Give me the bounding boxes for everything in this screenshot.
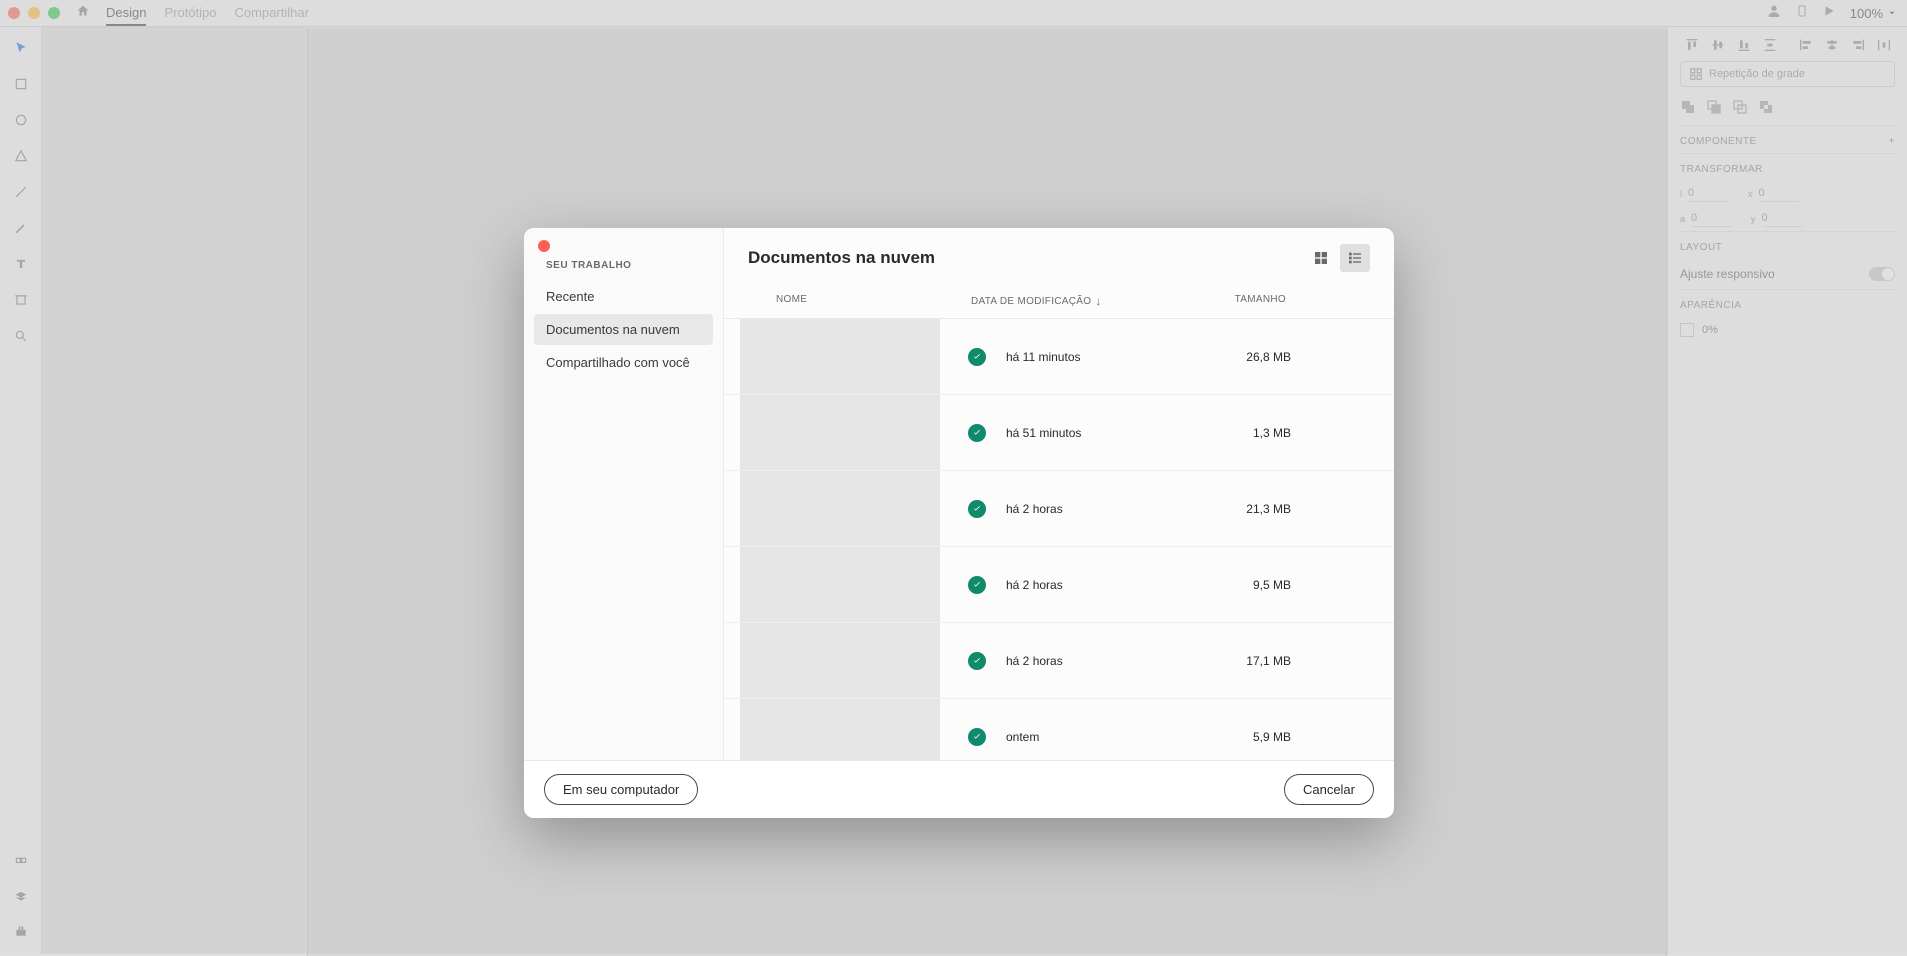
grid-view-button[interactable] — [1306, 244, 1336, 272]
column-date[interactable]: DATA DE MODIFICAÇÃO ↓ — [971, 294, 1166, 308]
sync-status-icon — [968, 652, 986, 670]
column-size[interactable]: TAMANHO — [1166, 294, 1286, 308]
file-thumbnail — [740, 547, 940, 622]
column-name[interactable]: NOME — [776, 294, 971, 308]
file-thumbnail — [740, 471, 940, 546]
file-size: 9,5 MB — [1181, 578, 1291, 592]
file-date: há 51 minutos — [1006, 426, 1181, 440]
dialog-title: Documentos na nuvem — [748, 248, 935, 268]
sidebar-item-shared[interactable]: Compartilhado com você — [534, 347, 713, 378]
sync-status-icon — [968, 500, 986, 518]
file-thumbnail — [740, 319, 940, 394]
sidebar-item-cloud[interactable]: Documentos na nuvem — [534, 314, 713, 345]
table-header: NOME DATA DE MODIFICAÇÃO ↓ TAMANHO — [724, 284, 1394, 319]
file-row[interactable]: ontem5,9 MB — [724, 699, 1394, 760]
file-date: há 2 horas — [1006, 578, 1181, 592]
file-thumbnail — [740, 623, 940, 698]
sync-status-icon — [968, 728, 986, 746]
dialog-header: Documentos na nuvem — [724, 228, 1394, 284]
file-thumbnail — [740, 699, 940, 760]
cancel-button[interactable]: Cancelar — [1284, 774, 1374, 805]
file-date: ontem — [1006, 730, 1181, 744]
file-size: 1,3 MB — [1181, 426, 1291, 440]
file-date: há 2 horas — [1006, 502, 1181, 516]
sync-status-icon — [968, 576, 986, 594]
sync-status-icon — [968, 348, 986, 366]
dialog-footer: Em seu computador Cancelar — [524, 760, 1394, 818]
file-row[interactable]: há 11 minutos26,8 MB — [724, 319, 1394, 395]
file-row[interactable]: há 2 horas17,1 MB — [724, 623, 1394, 699]
file-size: 21,3 MB — [1181, 502, 1291, 516]
file-list[interactable]: há 11 minutos26,8 MBhá 51 minutos1,3 MBh… — [724, 319, 1394, 760]
list-view-button[interactable] — [1340, 244, 1370, 272]
sync-status-icon — [968, 424, 986, 442]
file-size: 26,8 MB — [1181, 350, 1291, 364]
close-dialog-button[interactable] — [538, 240, 550, 252]
file-thumbnail — [740, 395, 940, 470]
file-size: 17,1 MB — [1181, 654, 1291, 668]
sidebar-title: SEU TRABALHO — [534, 260, 713, 281]
sort-descending-icon: ↓ — [1095, 294, 1101, 308]
column-date-label: DATA DE MODIFICAÇÃO — [971, 296, 1091, 307]
dialog-sidebar: SEU TRABALHO Recente Documentos na nuvem… — [524, 228, 724, 760]
file-size: 5,9 MB — [1181, 730, 1291, 744]
dialog-main: Documentos na nuvem NOME DATA DE MODIFIC… — [724, 228, 1394, 760]
file-row[interactable]: há 51 minutos1,3 MB — [724, 395, 1394, 471]
file-date: há 2 horas — [1006, 654, 1181, 668]
file-row[interactable]: há 2 horas21,3 MB — [724, 471, 1394, 547]
view-mode-toggle — [1306, 244, 1370, 272]
file-date: há 11 minutos — [1006, 350, 1181, 364]
cloud-documents-dialog: SEU TRABALHO Recente Documentos na nuvem… — [524, 228, 1394, 818]
sidebar-item-recent[interactable]: Recente — [534, 281, 713, 312]
file-row[interactable]: há 2 horas9,5 MB — [724, 547, 1394, 623]
on-computer-button[interactable]: Em seu computador — [544, 774, 698, 805]
